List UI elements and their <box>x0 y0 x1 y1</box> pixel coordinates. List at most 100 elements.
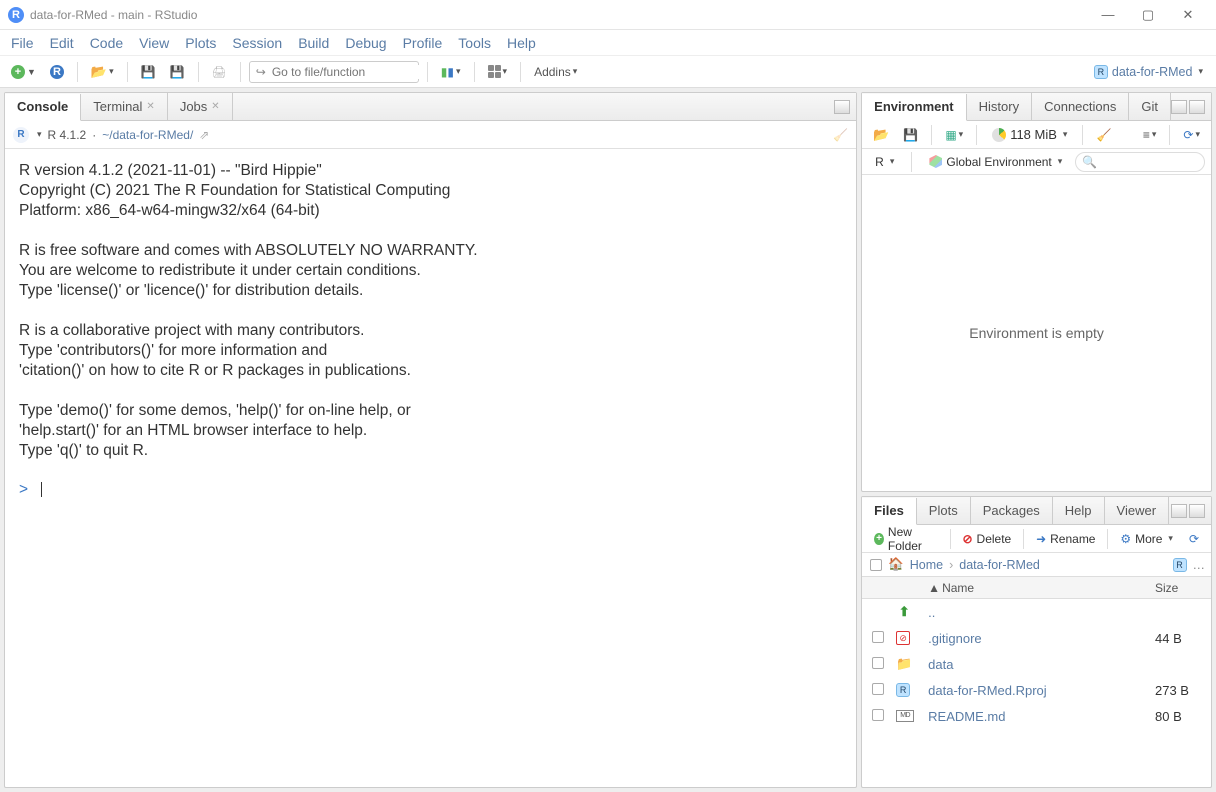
minimize-pane-icon[interactable] <box>1171 100 1187 114</box>
goto-file-box[interactable]: ↪ <box>249 61 419 83</box>
tab-plots[interactable]: Plots <box>917 497 971 524</box>
gear-icon: ⚙ <box>1120 532 1131 546</box>
environment-icon <box>929 155 942 168</box>
console-output[interactable]: R version 4.1.2 (2021-11-01) -- "Bird Hi… <box>5 149 856 787</box>
grid-icon <box>488 65 501 78</box>
menu-session[interactable]: Session <box>227 33 287 53</box>
refresh-files-button[interactable]: ⟳ <box>1183 530 1205 548</box>
menu-plots[interactable]: Plots <box>180 33 221 53</box>
file-row[interactable]: MDREADME.md80 B <box>862 703 1211 729</box>
menu-build[interactable]: Build <box>293 33 334 53</box>
separator <box>520 62 521 82</box>
menu-file[interactable]: File <box>6 33 39 53</box>
build-button[interactable]: ▮▮▾ <box>436 61 466 83</box>
refresh-button[interactable]: ⟳▾ <box>1178 124 1205 146</box>
file-name[interactable]: .gitignore <box>928 631 981 646</box>
tab-files[interactable]: Files <box>862 498 917 525</box>
col-name[interactable]: ▲ Name <box>924 581 1155 595</box>
load-workspace-button[interactable]: 📂 <box>868 124 894 146</box>
goto-file-input[interactable] <box>272 65 427 79</box>
main-toolbar: +▼ R 📂▾ 💾 💾 🖨 ↪ ▮▮▾ ▾ Addins▾ R data-for… <box>0 56 1216 88</box>
open-file-button[interactable]: 📂▾ <box>86 61 119 83</box>
save-all-button[interactable]: 💾 <box>165 61 190 83</box>
close-button[interactable]: ✕ <box>1168 1 1208 29</box>
tab-environment[interactable]: Environment <box>862 94 966 121</box>
menu-profile[interactable]: Profile <box>398 33 448 53</box>
file-checkbox[interactable] <box>872 709 884 721</box>
save-button[interactable]: 💾 <box>136 61 161 83</box>
print-button[interactable]: 🖨 <box>207 61 232 83</box>
col-size[interactable]: Size <box>1155 581 1211 595</box>
tab-help[interactable]: Help <box>1053 497 1105 524</box>
minimize-button[interactable]: — <box>1088 1 1128 29</box>
file-row[interactable]: ⊘.gitignore44 B <box>862 625 1211 651</box>
menu-debug[interactable]: Debug <box>340 33 391 53</box>
file-row[interactable]: 📁data <box>862 651 1211 677</box>
addins-button[interactable]: Addins▾ <box>529 61 582 83</box>
import-dataset-button[interactable]: ▦▾ <box>940 124 968 146</box>
files-tabs: Files Plots Packages Help Viewer <box>862 497 1211 525</box>
new-file-button[interactable]: +▼ <box>6 61 41 83</box>
file-checkbox[interactable] <box>872 631 884 643</box>
separator <box>198 62 199 82</box>
folder-open-icon: 📂 <box>91 64 107 80</box>
tab-packages[interactable]: Packages <box>971 497 1053 524</box>
maximize-button[interactable]: ▢ <box>1128 1 1168 29</box>
tab-connections[interactable]: Connections <box>1032 93 1129 120</box>
tab-console[interactable]: Console <box>5 94 81 121</box>
maximize-pane-icon[interactable] <box>1189 100 1205 114</box>
clear-console-icon[interactable]: 🧹 <box>833 128 848 142</box>
minimize-pane-icon[interactable] <box>834 100 850 114</box>
console-tabs: Console Terminal✕ Jobs✕ <box>5 93 856 121</box>
file-row-up[interactable]: ⬆ .. <box>862 599 1211 625</box>
maximize-pane-icon[interactable] <box>1189 504 1205 518</box>
chevron-down-icon[interactable]: ▾ <box>37 129 42 140</box>
minimize-pane-icon[interactable] <box>1171 504 1187 518</box>
tab-jobs[interactable]: Jobs✕ <box>168 93 233 120</box>
file-name[interactable]: data <box>928 657 953 672</box>
close-icon[interactable]: ✕ <box>211 101 219 112</box>
home-icon[interactable]: 🏠 <box>888 557 904 572</box>
files-pane: Files Plots Packages Help Viewer +New Fo… <box>861 496 1212 788</box>
save-workspace-button[interactable]: 💾 <box>898 124 923 146</box>
chevron-icon[interactable]: ⇗ <box>199 128 209 142</box>
delete-button[interactable]: ⊘Delete <box>956 530 1017 548</box>
close-icon[interactable]: ✕ <box>146 101 154 112</box>
file-name[interactable]: README.md <box>928 709 1005 724</box>
memory-usage[interactable]: 118 MiB▾ <box>985 125 1074 144</box>
clear-workspace-button[interactable]: 🧹 <box>1091 124 1116 146</box>
more-button[interactable]: ⚙More▾ <box>1114 530 1179 548</box>
tab-terminal[interactable]: Terminal✕ <box>81 93 168 120</box>
file-checkbox[interactable] <box>872 657 884 669</box>
file-row[interactable]: Rdata-for-RMed.Rproj273 B <box>862 677 1211 703</box>
file-checkbox[interactable] <box>872 683 884 695</box>
separator <box>240 62 241 82</box>
tab-git[interactable]: Git <box>1129 93 1171 120</box>
scope-selector[interactable]: Global Environment▾ <box>922 153 1069 171</box>
menu-view[interactable]: View <box>134 33 174 53</box>
project-icon[interactable]: R <box>1173 558 1187 572</box>
env-search[interactable]: 🔍 <box>1075 152 1205 172</box>
breadcrumb-home[interactable]: Home <box>910 558 943 572</box>
panes-button[interactable]: ▾ <box>483 61 513 83</box>
file-name[interactable]: data-for-RMed.Rproj <box>928 683 1047 698</box>
tab-viewer[interactable]: Viewer <box>1105 497 1170 524</box>
menu-help[interactable]: Help <box>502 33 541 53</box>
new-project-button[interactable]: R <box>45 61 69 83</box>
menu-tools[interactable]: Tools <box>453 33 496 53</box>
menu-code[interactable]: Code <box>85 33 128 53</box>
more-path-button[interactable]: … <box>1193 558 1206 572</box>
environment-pane: Environment History Connections Git 📂 💾 … <box>861 92 1212 492</box>
project-menu[interactable]: R data-for-RMed ▾ <box>1087 62 1210 82</box>
r-version: R 4.1.2 <box>48 128 87 142</box>
working-dir[interactable]: ~/data-for-RMed/ <box>102 128 193 142</box>
rename-button[interactable]: ➜Rename <box>1030 530 1101 548</box>
tab-history[interactable]: History <box>967 93 1032 120</box>
breadcrumb-folder[interactable]: data-for-RMed <box>959 558 1040 572</box>
list-view-button[interactable]: ≡▾ <box>1138 124 1162 146</box>
menu-edit[interactable]: Edit <box>45 33 79 53</box>
language-selector[interactable]: R▾ <box>868 153 901 171</box>
new-folder-button[interactable]: +New Folder <box>868 523 943 555</box>
select-all-checkbox[interactable] <box>870 559 882 571</box>
markdown-icon: MD <box>896 710 914 722</box>
